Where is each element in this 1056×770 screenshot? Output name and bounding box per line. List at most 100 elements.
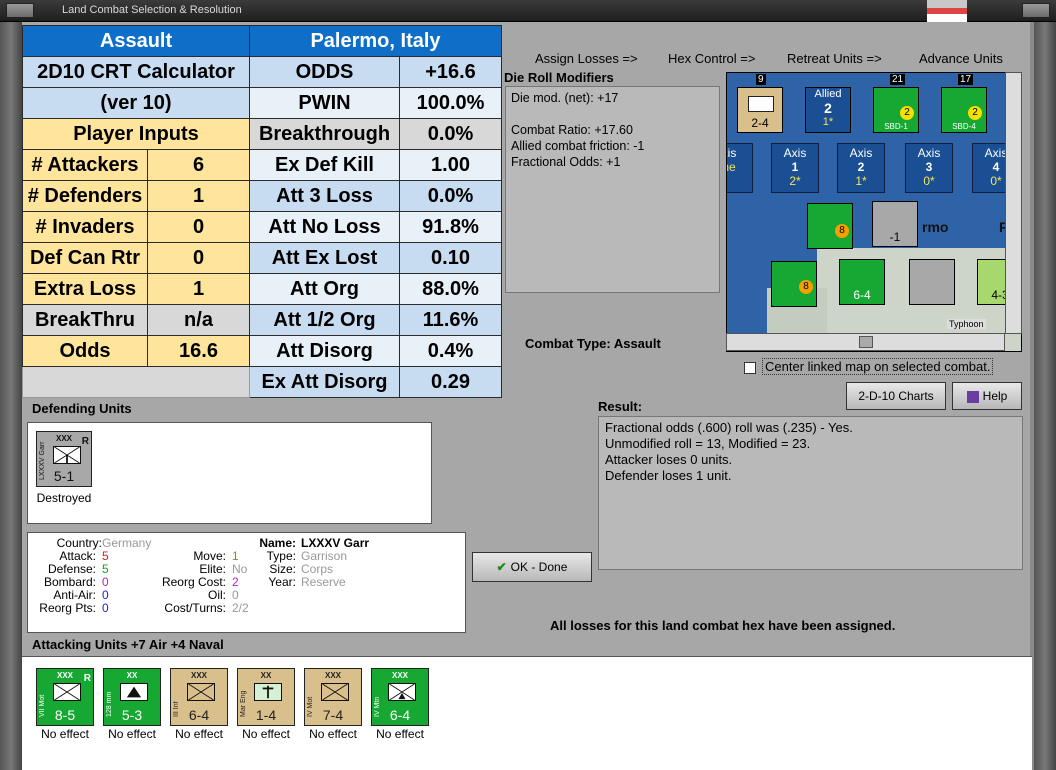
center-linked-map-row[interactable]: Center linked map on selected combat. (744, 358, 994, 375)
output-label: Att No Loss (249, 211, 400, 243)
axis-box[interactable]: xisne (727, 143, 753, 193)
title-bar: Land Combat Selection & Resolution (0, 0, 1056, 22)
counter-value: 2 (824, 100, 832, 116)
attacking-unit-counter[interactable]: XX 128 mm 5-3 (103, 668, 161, 726)
mountain-symbol-icon (388, 683, 416, 701)
output-value: 1.00 (399, 149, 502, 181)
assign-losses-link[interactable]: Assign Losses => (535, 51, 638, 66)
charts-button[interactable]: 2-D-10 Charts (846, 382, 946, 410)
window-title: Land Combat Selection & Resolution (62, 4, 242, 16)
checkmark-icon: ✔ (496, 560, 507, 574)
bombard-badge-icon: 8 (835, 224, 849, 238)
axis-box-value: 2 (857, 160, 865, 174)
map-counter[interactable]: Allied 2 1* (805, 87, 851, 133)
close-button[interactable] (1022, 3, 1050, 18)
input-label: # Invaders (22, 211, 148, 243)
input-value[interactable]: 1 (147, 180, 250, 212)
unit-strength: 8-5 (54, 707, 76, 723)
axis-box-sub: 2* (789, 174, 801, 188)
input-value[interactable]: 6 (147, 149, 250, 181)
map-counter[interactable]: 6-4 (839, 259, 885, 305)
unit-strength: 5-1 (53, 468, 75, 484)
attacking-unit-counter[interactable]: XXX III Inf 6-4 (170, 668, 228, 726)
map-counter[interactable]: 21 2 SBD-1 (873, 74, 919, 133)
output-label: Ex Def Kill (249, 149, 400, 181)
output-value: 0.4% (399, 335, 502, 367)
help-book-icon (966, 390, 979, 403)
hex-control-link[interactable]: Hex Control => (668, 51, 755, 66)
system-menu-button[interactable] (6, 3, 34, 18)
unit-strength: 7-4 (322, 707, 344, 723)
reserve-marker: R (83, 673, 91, 684)
result-line: Defender loses 1 unit. (605, 468, 732, 483)
help-button[interactable]: Help (952, 382, 1022, 410)
axis-box-label: Axis (849, 146, 873, 160)
counter-sub: 1* (822, 116, 834, 128)
input-value[interactable]: 0 (147, 211, 250, 243)
reorg-pts-value: 0 (102, 601, 109, 615)
defender-counter[interactable]: -1 (872, 201, 918, 247)
defending-unit-counter[interactable]: XXX R LXXXV Garr 5-1 (36, 431, 92, 487)
air-badge-icon: 2 (968, 106, 982, 120)
center-linked-checkbox[interactable] (744, 361, 756, 374)
result-line: Fractional odds (.600) roll was (.235) -… (605, 420, 853, 435)
defending-units-title: Defending Units (32, 401, 132, 416)
blank-cell (22, 366, 250, 398)
die-roll-panel: Die mod. (net): +17 Combat Ratio: +17.60… (505, 86, 720, 293)
attacking-unit-counter[interactable]: XXX R VII Mot 8-5 (36, 668, 94, 726)
cost-turns-label: Cost/Turns: (164, 601, 226, 615)
garrison-symbol-icon (53, 446, 81, 464)
output-label: PWIN (249, 87, 400, 119)
input-value[interactable]: 1 (147, 273, 250, 305)
map-counter[interactable]: 8 (807, 203, 853, 249)
output-value: 0.0% (399, 180, 502, 212)
advance-units-link[interactable]: Advance Units (919, 51, 1003, 66)
input-label: # Defenders (22, 180, 148, 212)
help-label: Help (982, 389, 1008, 403)
output-value: 100.0% (399, 87, 502, 119)
output-label: Breakthrough (249, 118, 400, 150)
unit-status: No effect (376, 727, 424, 741)
crt-calculator-table: Assault Palermo, Italy 2D10 CRT Calculat… (22, 25, 502, 398)
stack-count: 17 (958, 74, 974, 85)
attacking-unit-counter[interactable]: XXX IV Mot 7-4 (304, 668, 362, 726)
cost-turns-value: 2/2 (232, 601, 249, 615)
right-frame (1034, 22, 1056, 770)
die-roll-title: Die Roll Modifiers (504, 70, 614, 85)
map-counter[interactable] (909, 259, 955, 305)
center-linked-label[interactable]: Center linked map on selected combat. (762, 358, 994, 375)
player-inputs-header: Player Inputs (22, 118, 250, 150)
result-line: Attacker loses 0 units. (605, 452, 733, 467)
die-roll-line (511, 106, 714, 122)
motorized-symbol-icon (321, 683, 349, 701)
attacking-unit-counter[interactable]: XX Mar Eng 1-4 (237, 668, 295, 726)
map-vertical-scrollbar[interactable] (1005, 72, 1022, 334)
output-label: Att 3 Loss (249, 180, 400, 212)
linked-map[interactable]: 9 2-4 Allied 2 1* 21 2 SBD-1 17 2 SBD-4 … (726, 72, 1022, 352)
stack-count: 21 (890, 74, 906, 85)
output-value: 0.29 (399, 366, 502, 398)
map-counter[interactable]: 8 (771, 261, 817, 307)
map-counter[interactable]: 17 2 SBD-4 (941, 74, 987, 133)
attacking-unit-counter[interactable]: XXX IV Mtn 6-4 (371, 668, 429, 726)
retreat-units-link[interactable]: Retreat Units => (787, 51, 882, 66)
map-horizontal-scrollbar[interactable] (726, 333, 1005, 351)
year-label: Year: (268, 575, 296, 589)
axis-box[interactable]: Axis 3 0* (905, 143, 953, 193)
unit-strength: 6-4 (389, 707, 411, 723)
input-value: n/a (147, 304, 250, 336)
unit-strength: 6-4 (188, 707, 210, 723)
map-counter[interactable]: 9 2-4 (737, 74, 783, 133)
scroll-thumb[interactable] (859, 336, 873, 348)
die-roll-line: Combat Ratio: +17.60 (511, 123, 633, 137)
counter-label: SBD-4 (952, 122, 976, 131)
ok-done-button[interactable]: ✔ OK - Done (472, 552, 592, 582)
year-value: Reserve (301, 575, 346, 589)
axis-box[interactable]: Axis 1 2* (771, 143, 819, 193)
axis-box[interactable]: Axis 2 1* (837, 143, 885, 193)
infantry-symbol-icon (748, 96, 774, 112)
input-value[interactable]: 0 (147, 242, 250, 274)
axis-box-value: 1 (791, 160, 799, 174)
output-label: Att Ex Lost (249, 242, 400, 274)
artillery-symbol-icon (120, 683, 148, 701)
